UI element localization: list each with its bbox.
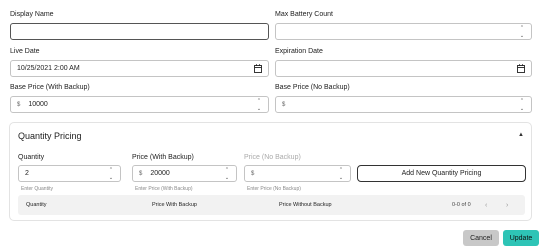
update-button[interactable]: Update (503, 230, 539, 246)
column-header-quantity[interactable]: Quantity (26, 202, 46, 208)
quantity-label: Quantity (18, 154, 45, 161)
price-with-backup-input[interactable]: $ 20000 ⌃ ⌄ (132, 165, 237, 182)
price-with-backup-help: Enter Price (With Backup) (135, 186, 193, 192)
pricing-table-header: Quantity Price With Backup Price Without… (18, 195, 525, 215)
price-no-backup-input[interactable]: $ ⌃ ⌄ (244, 165, 351, 182)
column-header-price-without-backup[interactable]: Price Without Backup (279, 202, 332, 208)
stepper-arrows-icon[interactable]: ⌃ ⌄ (519, 25, 525, 39)
chevron-left-icon[interactable]: ‹ (485, 202, 487, 209)
base-price-backup-input[interactable]: $ 10000 ⌃ ⌄ (10, 96, 269, 113)
calendar-icon[interactable] (517, 64, 525, 73)
stepper-arrows-icon[interactable]: ⌃ ⌄ (519, 98, 525, 112)
max-battery-count-input[interactable]: ⌃ ⌄ (275, 23, 532, 40)
stepper-arrows-icon[interactable]: ⌃ ⌄ (108, 167, 114, 181)
add-quantity-pricing-button[interactable]: Add New Quantity Pricing (357, 165, 526, 182)
price-with-backup-label: Price (With Backup) (132, 154, 194, 161)
currency-prefix: $ (17, 101, 21, 108)
display-name-label: Display Name (10, 11, 54, 18)
chevron-right-icon[interactable]: › (506, 202, 508, 209)
currency-prefix: $ (251, 170, 255, 177)
base-price-backup-label: Base Price (With Backup) (10, 84, 90, 91)
display-name-input[interactable] (10, 23, 269, 40)
quantity-pricing-panel: Quantity Pricing ▲ Quantity 2 ⌃ ⌄ Enter Q… (9, 122, 532, 221)
currency-prefix: $ (139, 170, 143, 177)
currency-prefix: $ (282, 101, 286, 108)
stepper-arrows-icon[interactable]: ⌃ ⌄ (224, 167, 230, 181)
live-date-label: Live Date (10, 48, 40, 55)
quantity-help: Enter Quantity (21, 186, 53, 192)
stepper-arrows-icon[interactable]: ⌃ ⌄ (256, 98, 262, 112)
price-no-backup-label: Price (No Backup) (244, 154, 301, 161)
max-battery-count-label: Max Battery Count (275, 11, 333, 18)
column-header-price-with-backup[interactable]: Price With Backup (152, 202, 197, 208)
cancel-button[interactable]: Cancel (463, 230, 499, 246)
quantity-input[interactable]: 2 ⌃ ⌄ (18, 165, 121, 182)
base-price-no-backup-label: Base Price (No Backup) (275, 84, 350, 91)
expiration-date-input[interactable] (275, 60, 532, 77)
stepper-arrows-icon[interactable]: ⌃ ⌄ (338, 167, 344, 181)
base-price-no-backup-input[interactable]: $ ⌃ ⌄ (275, 96, 532, 113)
expiration-date-label: Expiration Date (275, 48, 323, 55)
price-no-backup-help: Enter Price (No Backup) (247, 186, 301, 192)
chevron-up-icon[interactable]: ▲ (518, 132, 524, 138)
live-date-input[interactable]: 10/25/2021 2:00 AM (10, 60, 269, 77)
calendar-icon[interactable] (254, 64, 262, 73)
pagination-text: 0-0 of 0 (452, 202, 471, 208)
quantity-pricing-title: Quantity Pricing (18, 131, 82, 141)
